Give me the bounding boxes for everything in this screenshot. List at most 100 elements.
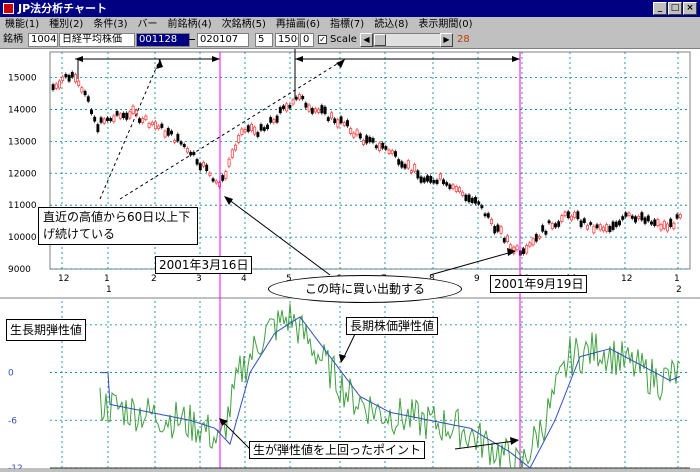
price-tick-label: 10000 [8, 233, 37, 243]
menu-item-bar[interactable]: バー [133, 17, 163, 32]
cross-arrow-2 [454, 440, 516, 450]
minimize-button[interactable]: _ [653, 2, 667, 15]
price-candle [470, 197, 474, 203]
price-candle [502, 238, 506, 243]
price-candle [294, 96, 298, 100]
buy-note: この時に買い出動する [268, 275, 462, 303]
price-candle [672, 222, 676, 230]
menu-item-type[interactable]: 種別(2) [44, 17, 88, 32]
price-candle [154, 121, 157, 130]
toolbar: 銘柄 1004 日経平均株価 001128 020107 5 1500 0 ✓ … [0, 32, 700, 48]
param3-field[interactable]: 0 [300, 33, 314, 47]
price-candle [371, 138, 375, 143]
price-candle [573, 211, 577, 218]
price-candle [656, 219, 660, 226]
price-candle [262, 127, 266, 131]
start-date-field[interactable]: 001128 [136, 33, 190, 47]
price-candle [138, 118, 141, 123]
price-candle [451, 184, 455, 189]
price-candle [86, 96, 90, 102]
price-tick-label: 12000 [8, 169, 37, 179]
end-date-field[interactable]: 020107 [197, 33, 249, 47]
scale-checkbox[interactable]: ✓ [318, 35, 327, 44]
price-candle [506, 235, 509, 242]
month-tick-label: 12 [621, 274, 632, 284]
price-candle [160, 123, 164, 128]
date-label-september: 2001年9月19日 [490, 275, 588, 293]
price-candle [563, 211, 567, 217]
price-candle [288, 104, 292, 109]
price-candle [96, 124, 100, 133]
price-candle [128, 111, 132, 119]
title-bar: JP法分析チャート _ □ × [0, 0, 700, 17]
price-candle [326, 117, 330, 122]
price-candle [435, 179, 439, 184]
note-60days: 直近の高値から60日以上下げ続けている [38, 207, 198, 245]
price-candle [678, 213, 682, 219]
price-candle [547, 220, 551, 224]
price-candle [611, 221, 615, 230]
name-field[interactable]: 日経平均株価 [59, 33, 135, 47]
price-candle [582, 218, 586, 223]
menu-item-indicator[interactable]: 指標(7) [325, 17, 369, 32]
month-tick-label: 12 [58, 274, 69, 284]
price-candle [147, 122, 151, 128]
price-candle [461, 191, 465, 196]
price-candle [589, 222, 593, 225]
price-candle [342, 122, 346, 126]
price-candle [352, 132, 356, 138]
price-candle [467, 194, 471, 203]
price-candle [566, 211, 570, 219]
date-label-march: 2001年3月16日 [155, 256, 253, 274]
price-candle [486, 213, 490, 218]
counter-value: 28 [457, 34, 470, 45]
menu-item-load[interactable]: 読込(8) [369, 17, 413, 32]
price-candle [173, 139, 177, 143]
price-candle [157, 125, 161, 129]
price-candle [544, 230, 548, 235]
price-candle [61, 76, 65, 81]
month-tick-label: 1 [104, 274, 110, 284]
maximize-button[interactable]: □ [668, 2, 682, 15]
menu-item-next[interactable]: 次銘柄(5) [217, 17, 271, 32]
price-candle [560, 215, 564, 222]
menu-item-prev[interactable]: 前銘柄(4) [163, 17, 217, 32]
price-candle [384, 146, 388, 150]
symbol-label: 銘柄 [3, 34, 23, 45]
scroll-left-button[interactable]: ◀ [360, 33, 373, 47]
price-candle [602, 226, 605, 232]
menu-item-redraw[interactable]: 再描画(6) [271, 17, 325, 32]
price-candle [413, 164, 417, 172]
price-candle [278, 107, 282, 114]
price-candle [496, 224, 500, 232]
price-candle [493, 226, 497, 234]
dashed-trend-2 [119, 58, 346, 200]
scroll-right-button[interactable]: ▶ [440, 33, 453, 47]
scale-label: Scale [330, 34, 357, 45]
price-candle [266, 124, 269, 130]
menu-item-function[interactable]: 機能(1) [0, 17, 44, 32]
price-candle [333, 118, 337, 124]
price-tick-label: 9000 [8, 265, 31, 275]
price-candle [298, 94, 301, 100]
crossover-label: 生が弾性値を上回ったポイント [249, 441, 426, 459]
param1-field[interactable]: 5 [255, 33, 273, 47]
price-tick-label: 11000 [8, 201, 37, 211]
price-candle [234, 144, 237, 151]
price-candle [179, 141, 183, 145]
price-candle [323, 106, 327, 114]
close-button[interactable]: × [683, 2, 697, 15]
month-tick-label: 2 [151, 274, 157, 284]
price-candle [659, 223, 663, 231]
price-candle [259, 124, 263, 131]
code-field[interactable]: 1004 [28, 33, 58, 47]
menu-item-period[interactable]: 表示期間(0) [413, 17, 477, 32]
scroll-thumb[interactable] [374, 34, 386, 46]
menu-item-condition[interactable]: 条件(3) [88, 17, 132, 32]
range-arrow-1-head-right [212, 56, 220, 62]
param2-field[interactable]: 1500 [275, 33, 299, 47]
price-candle [102, 118, 106, 124]
price-candle [378, 142, 381, 152]
price-candle [246, 125, 250, 132]
price-candle [483, 213, 487, 217]
